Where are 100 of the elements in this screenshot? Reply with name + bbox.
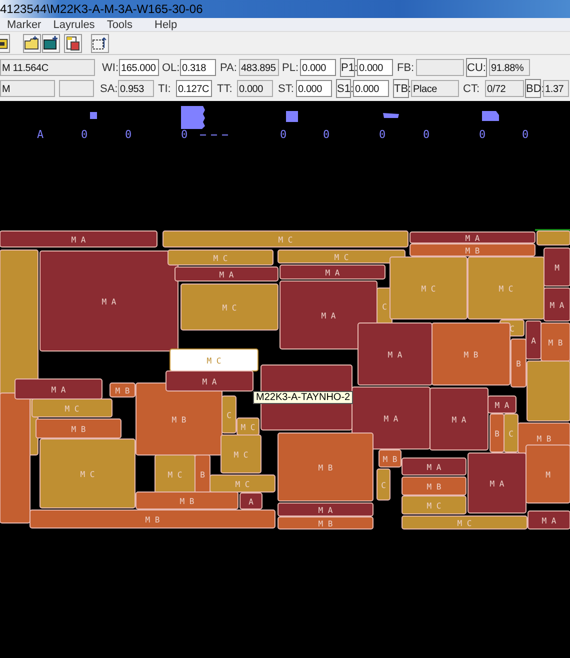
input-field[interactable]: Place [411, 80, 459, 97]
pattern-piece[interactable] [170, 348, 258, 372]
menu-item[interactable]: Help [154, 18, 178, 30]
pattern-piece[interactable] [110, 382, 136, 398]
pattern-piece[interactable] [14, 378, 102, 400]
input-field[interactable] [416, 59, 464, 76]
pattern-piece[interactable] [510, 338, 526, 388]
field-label: FB: [397, 62, 414, 74]
field-label: CT: [463, 82, 480, 94]
document-icon[interactable] [64, 34, 82, 52]
pattern-piece[interactable] [378, 450, 402, 468]
pattern-piece[interactable] [30, 510, 276, 528]
pattern-piece[interactable] [278, 516, 374, 530]
pattern-piece[interactable] [490, 414, 504, 452]
input-field[interactable]: 0.000 [300, 59, 336, 76]
input-field[interactable]: 1.37 [543, 80, 569, 97]
piece-label: M B [536, 434, 552, 444]
field-button[interactable]: S1: [336, 79, 351, 98]
pattern-piece[interactable] [526, 444, 570, 504]
piece-label: M C [80, 470, 95, 479]
piece-label: M B [548, 338, 563, 348]
input-field[interactable]: 0.000 [237, 80, 273, 97]
menu-item[interactable]: Tools [106, 18, 132, 30]
input-field[interactable]: 0.000 [357, 59, 393, 76]
piece-label: M B [426, 482, 442, 492]
field-label: OL: [162, 62, 178, 74]
pattern-piece[interactable] [136, 382, 222, 456]
piece-label: M B [71, 425, 86, 434]
field-label: TT: [217, 82, 234, 94]
pattern-piece[interactable] [40, 250, 178, 352]
input-field[interactable]: 0.000 [353, 80, 389, 97]
bundle-label: 0 [522, 128, 529, 141]
piece-label: B [516, 360, 521, 368]
pattern-piece[interactable] [278, 432, 374, 502]
piece-label: M [554, 264, 560, 272]
dotted-box-icon[interactable] [91, 34, 109, 52]
pattern-piece[interactable] [488, 396, 516, 414]
field-button[interactable]: BD: [525, 79, 541, 98]
bundle-label: 0 [181, 128, 188, 141]
pattern-piece[interactable] [402, 458, 466, 476]
pattern-piece[interactable] [280, 280, 378, 350]
piece-label: C [226, 411, 232, 420]
pattern-piece[interactable] [278, 502, 374, 516]
folder-icon[interactable] [23, 34, 41, 52]
pattern-piece[interactable] [430, 388, 488, 450]
pattern-piece[interactable] [280, 264, 386, 280]
pattern-piece[interactable] [468, 452, 526, 514]
pattern-piece[interactable] [154, 454, 196, 494]
piece-label: M B [115, 386, 130, 396]
field-button[interactable]: CU: [466, 58, 487, 77]
pattern-piece[interactable] [544, 248, 570, 286]
piece-label: M A [426, 463, 442, 472]
pattern-piece[interactable] [194, 454, 210, 494]
tooltip: M22K3-A-TAYNHO-2 [253, 391, 354, 404]
pattern-piece[interactable] [174, 266, 278, 282]
pattern-piece[interactable] [0, 230, 158, 248]
piece-label: M A [321, 312, 336, 320]
piece-label: M C [278, 236, 293, 244]
input-field[interactable]: 0.318 [180, 59, 216, 76]
pattern-piece[interactable] [544, 288, 570, 322]
field-button[interactable]: TB: [393, 79, 409, 98]
pattern-piece[interactable] [526, 320, 542, 360]
pattern-piece[interactable] [528, 510, 570, 530]
input-field[interactable]: 91.88% [489, 59, 530, 76]
pattern-piece[interactable] [136, 492, 238, 510]
bundle-label: 0 [280, 128, 287, 141]
piece-label: M A [202, 378, 217, 386]
pattern-piece[interactable] [410, 244, 536, 256]
piece-label: M B [172, 416, 186, 424]
input-field[interactable]: 165.000 [119, 59, 159, 76]
pattern-piece[interactable] [0, 392, 30, 524]
pattern-piece[interactable] [240, 492, 262, 510]
piece-label: M C [222, 304, 237, 312]
pattern-piece[interactable] [402, 476, 466, 496]
menu-item[interactable]: Marker [7, 18, 42, 30]
pattern-piece[interactable] [410, 232, 536, 244]
input-field[interactable]: 483.895 [239, 59, 279, 76]
input-field[interactable]: M 11.564C [0, 59, 95, 76]
pattern-piece[interactable] [166, 370, 254, 392]
input-field[interactable] [59, 80, 94, 97]
piece-label: M A [542, 516, 556, 526]
pattern-piece[interactable] [358, 322, 432, 386]
input-field[interactable]: 0.953 [118, 80, 154, 97]
pattern-piece[interactable] [36, 418, 122, 438]
pattern-piece[interactable] [352, 386, 430, 450]
pattern-piece[interactable] [540, 322, 570, 362]
input-field[interactable]: 0.127C [176, 80, 212, 97]
input-field[interactable]: 0.000 [296, 80, 332, 97]
piece-label: M B [465, 246, 480, 256]
input-field[interactable]: M [0, 80, 55, 97]
field-button[interactable]: P1: [340, 58, 355, 77]
pattern-piece[interactable] [432, 322, 510, 386]
piece-label: M B [180, 497, 194, 506]
piece-label: M A [219, 270, 234, 280]
piece-label: C [381, 481, 386, 490]
menu-item[interactable]: Layrules [53, 18, 95, 30]
piece-label: M A [490, 480, 504, 488]
input-field[interactable]: 0/72 [485, 80, 524, 97]
monitor-icon[interactable] [42, 34, 60, 52]
bundle-label: 0 [81, 128, 88, 141]
